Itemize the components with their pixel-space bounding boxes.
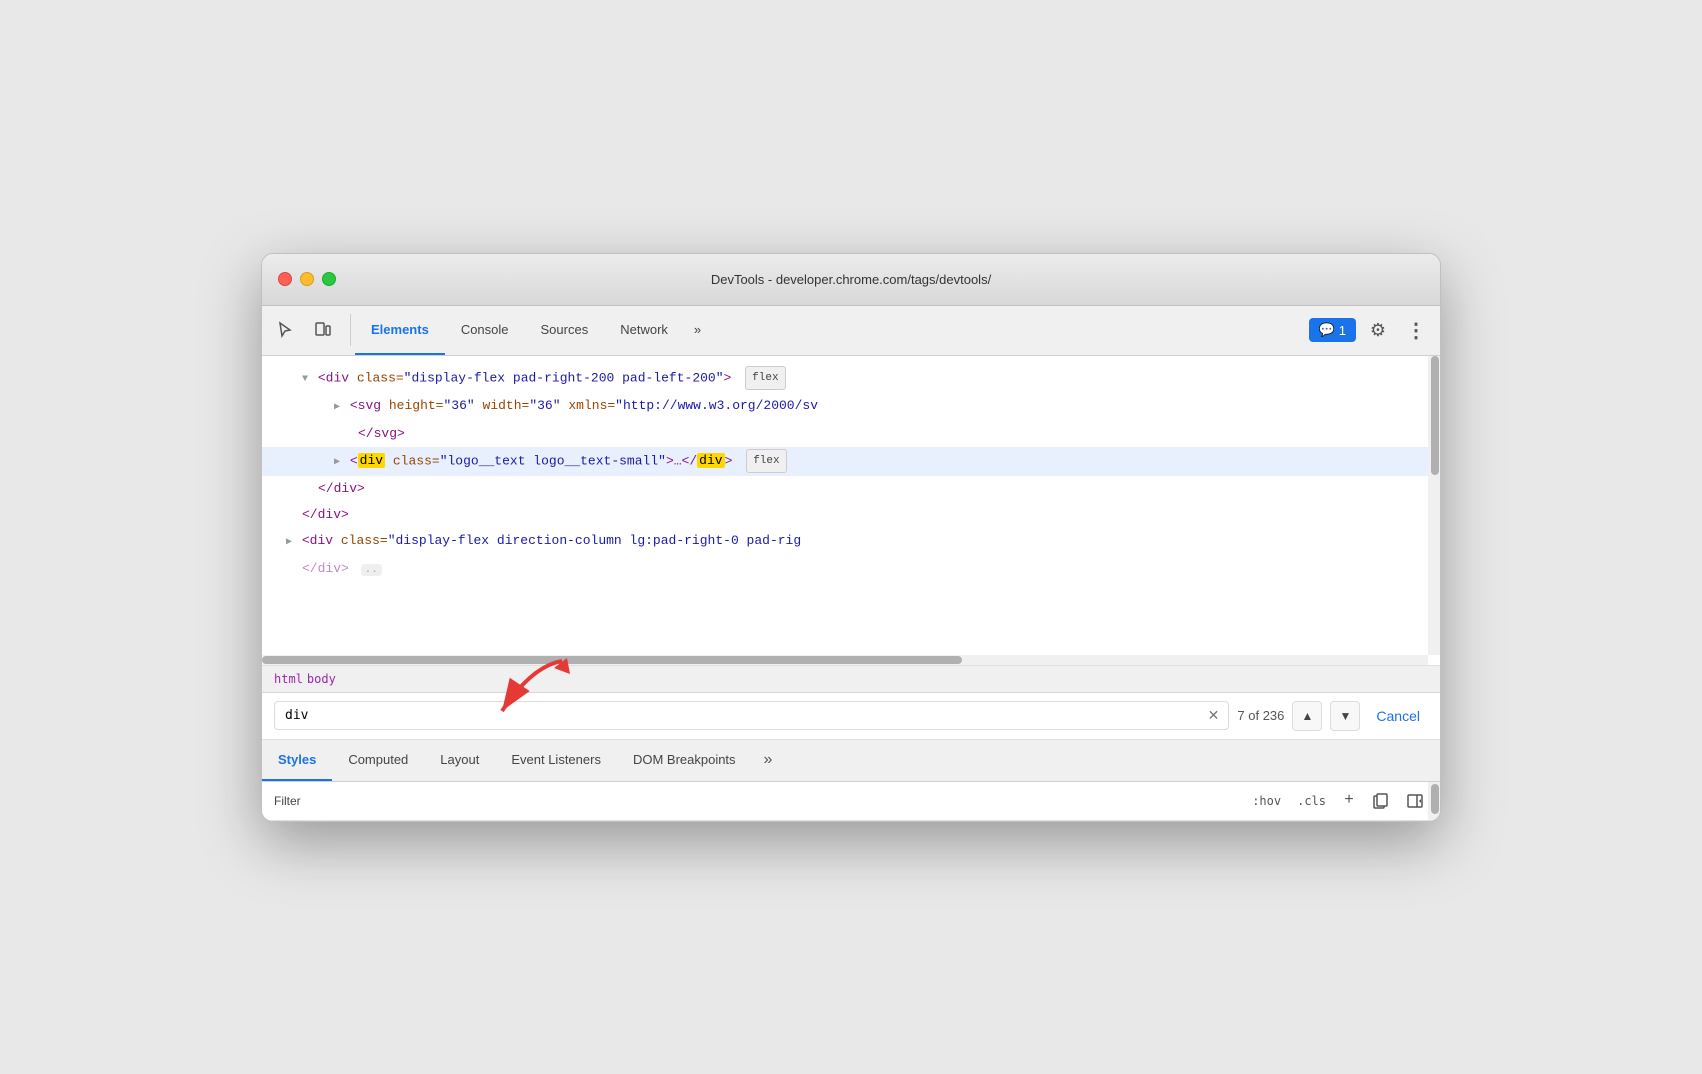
search-previous-button[interactable]: ▲ xyxy=(1292,701,1322,731)
force-element-state-button[interactable] xyxy=(1368,788,1394,814)
code-line[interactable]: </div> xyxy=(262,476,1440,502)
breadcrumb-bar: html body xyxy=(262,666,1440,693)
chat-icon: 💬 xyxy=(1319,322,1335,338)
element-classes-button[interactable]: .cls xyxy=(1293,792,1330,810)
search-cancel-button[interactable]: Cancel xyxy=(1368,704,1428,728)
sidebar-toggle-icon xyxy=(1407,793,1423,809)
code-line[interactable]: ▶ <svg height="36" width="36" xmlns="htt… xyxy=(262,393,1440,421)
tab-styles[interactable]: Styles xyxy=(262,740,332,781)
bottom-panel: Styles Computed Layout Event Listeners D… xyxy=(262,740,1440,821)
tab-dom-breakpoints[interactable]: DOM Breakpoints xyxy=(617,740,752,781)
window-title: DevTools - developer.chrome.com/tags/dev… xyxy=(711,272,991,287)
styles-filter-bar: Filter :hov .cls + xyxy=(262,782,1440,821)
vertical-scrollbar[interactable] xyxy=(1428,356,1440,655)
bottom-tab-list: Styles Computed Layout Event Listeners D… xyxy=(262,740,1440,782)
search-input[interactable] xyxy=(274,701,1229,730)
breadcrumb-section: html body xyxy=(262,666,1440,693)
inspect-element-button[interactable] xyxy=(270,314,302,346)
more-options-button[interactable]: ⋮ xyxy=(1400,314,1432,346)
expand-icon: ▶ xyxy=(286,532,292,554)
styles-scrollbar[interactable] xyxy=(1428,782,1440,820)
breadcrumb-html[interactable]: html xyxy=(274,672,303,686)
device-icon xyxy=(313,321,331,339)
code-line[interactable]: </svg> xyxy=(262,421,1440,447)
add-style-rule-button[interactable]: + xyxy=(1338,789,1360,811)
tab-console[interactable]: Console xyxy=(445,306,525,355)
collapse-icon: ▶ xyxy=(334,452,340,474)
element-state-button[interactable]: :hov xyxy=(1248,792,1285,810)
breadcrumb-body[interactable]: body xyxy=(307,672,336,686)
highlighted-tag: div xyxy=(358,453,385,468)
filter-label: Filter xyxy=(274,794,301,808)
toolbar-right-actions: 💬 1 ⚙ ⋮ xyxy=(1309,314,1432,346)
code-line-highlighted[interactable]: ▶ <div class="logo__text logo__text-smal… xyxy=(262,447,1440,476)
cursor-icon xyxy=(277,321,295,339)
expand-icon: ▼ xyxy=(302,369,308,391)
search-next-button[interactable]: ▼ xyxy=(1330,701,1360,731)
minimize-button[interactable] xyxy=(300,272,314,286)
code-line[interactable]: ▶ <div class="display-flex direction-col… xyxy=(262,528,1440,556)
search-count: 7 of 236 xyxy=(1237,708,1284,723)
horizontal-scrollbar-thumb[interactable] xyxy=(262,656,962,664)
settings-button[interactable]: ⚙ xyxy=(1362,314,1394,346)
code-line[interactable]: </div> xyxy=(262,502,1440,528)
tab-elements[interactable]: Elements xyxy=(355,306,445,355)
titlebar: DevTools - developer.chrome.com/tags/dev… xyxy=(262,254,1440,306)
device-toolbar-button[interactable] xyxy=(306,314,338,346)
highlighted-closing-tag: div xyxy=(697,453,724,468)
main-tab-list: Elements Console Sources Network » xyxy=(355,306,1309,355)
flex-badge-2[interactable]: flex xyxy=(746,449,786,473)
window-controls xyxy=(278,272,336,286)
maximize-button[interactable] xyxy=(322,272,336,286)
collapse-icon: ▶ xyxy=(334,397,340,419)
tab-computed[interactable]: Computed xyxy=(332,740,424,781)
search-bar: ✕ 7 of 236 ▲ ▼ Cancel xyxy=(262,693,1440,740)
code-line[interactable]: </div> .. xyxy=(262,556,1440,583)
more-bottom-tabs-button[interactable]: » xyxy=(752,740,785,781)
close-button[interactable] xyxy=(278,272,292,286)
styles-scrollbar-thumb[interactable] xyxy=(1431,784,1439,814)
search-input-wrapper: ✕ xyxy=(274,701,1229,730)
code-content: ▼ <div class="display-flex pad-right-200… xyxy=(262,356,1440,592)
copy-styles-icon xyxy=(1373,793,1389,809)
search-clear-button[interactable]: ✕ xyxy=(1208,707,1220,724)
devtools-window: DevTools - developer.chrome.com/tags/dev… xyxy=(261,253,1441,822)
dom-tree-panel: ▼ <div class="display-flex pad-right-200… xyxy=(262,356,1440,666)
toolbar-icon-group xyxy=(270,314,351,346)
code-line[interactable]: ▼ <div class="display-flex pad-right-200… xyxy=(262,364,1440,393)
horizontal-scrollbar[interactable] xyxy=(262,655,1428,665)
tab-event-listeners[interactable]: Event Listeners xyxy=(495,740,617,781)
flex-badge[interactable]: flex xyxy=(745,366,785,390)
toggle-sidebar-button[interactable] xyxy=(1402,788,1428,814)
tab-sources[interactable]: Sources xyxy=(525,306,605,355)
tab-layout[interactable]: Layout xyxy=(424,740,495,781)
more-tabs-button[interactable]: » xyxy=(684,306,711,355)
vertical-scrollbar-thumb[interactable] xyxy=(1431,356,1439,476)
notification-button[interactable]: 💬 1 xyxy=(1309,318,1356,342)
styles-actions: :hov .cls + xyxy=(1248,788,1428,814)
devtools-toolbar: Elements Console Sources Network » 💬 1 ⚙ xyxy=(262,306,1440,356)
tab-network[interactable]: Network xyxy=(604,306,684,355)
